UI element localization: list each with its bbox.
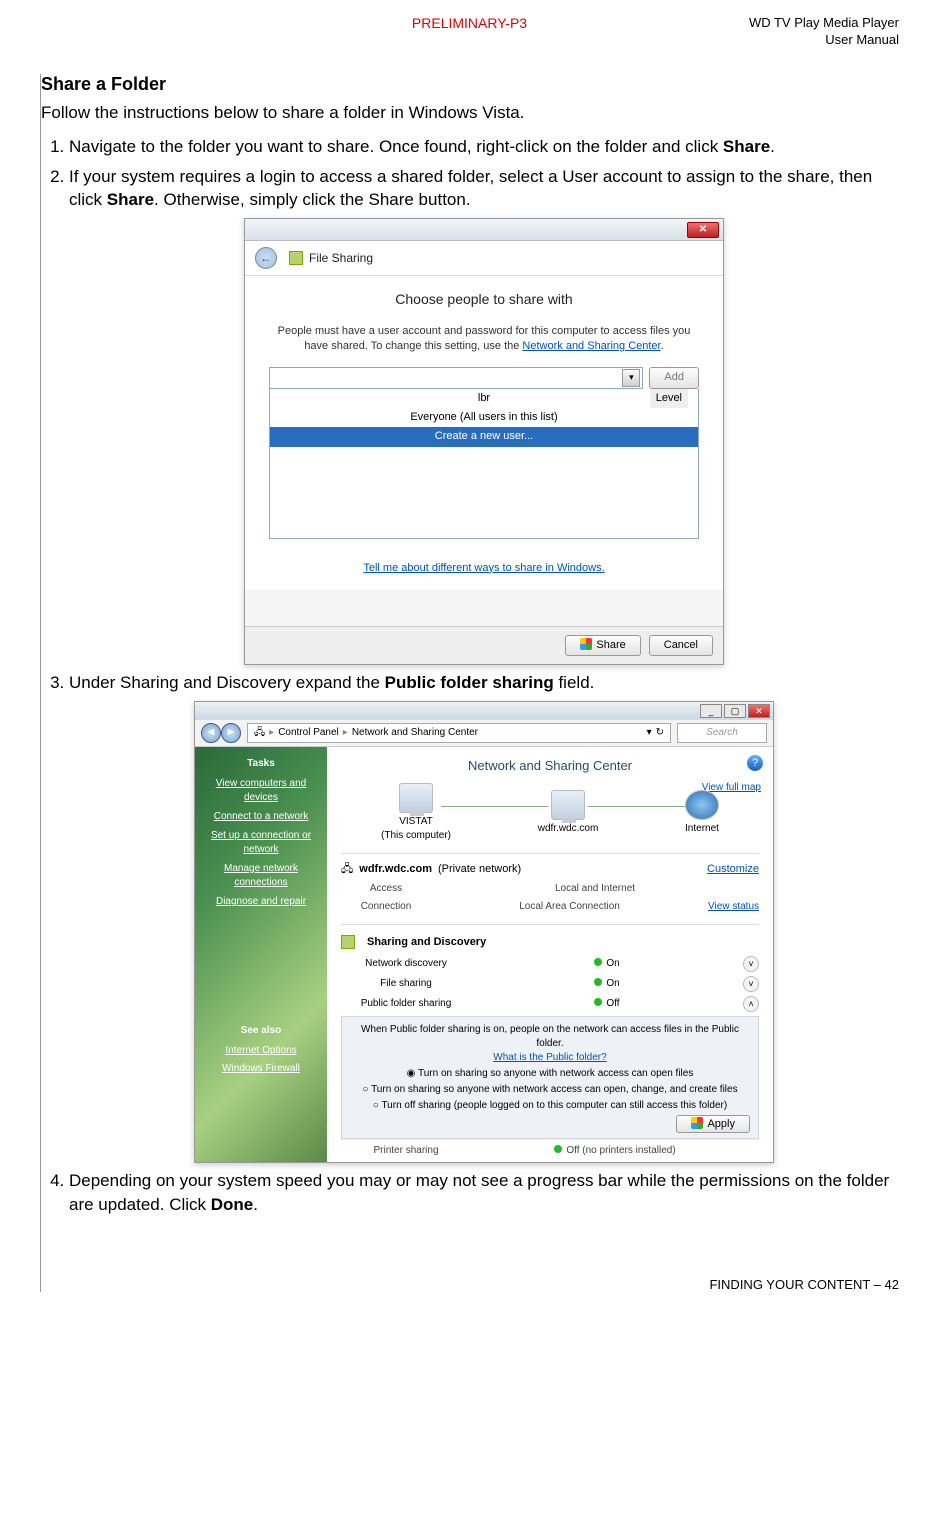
product-name: WD TV Play Media Player	[613, 15, 899, 32]
help-icon[interactable]: ?	[747, 755, 763, 771]
sharing-discovery-heading: Sharing and Discovery	[341, 935, 759, 950]
cancel-button[interactable]: Cancel	[649, 635, 713, 656]
manual-name: User Manual	[613, 32, 899, 49]
customize-link[interactable]: Customize	[707, 862, 759, 877]
dialog-title: File Sharing	[309, 250, 373, 267]
back-icon[interactable]: ←	[255, 247, 277, 269]
sharing-icon	[341, 935, 355, 949]
refresh-icon[interactable]: ↻	[656, 726, 664, 740]
status-dot-off	[554, 1145, 562, 1153]
view-status-link[interactable]: View status	[708, 900, 759, 914]
network-sharing-center-window: _ ▢ ✕ ◄ ► 🖧 ▸ Control Panel ▸	[194, 701, 774, 1163]
file-sharing-row: File sharing On ˅	[341, 974, 759, 994]
network-icon: 🖧	[341, 862, 353, 877]
status-dot-on	[594, 958, 602, 966]
page-footer: FINDING YOUR CONTENT – 42	[41, 1277, 899, 1292]
address-bar-row: ◄ ► 🖧 ▸ Control Panel ▸ Network and Shar…	[195, 720, 773, 747]
list-item[interactable]: Everyone (All users in this list)	[270, 408, 698, 427]
node-internet: Internet	[685, 790, 719, 836]
node-this-computer: VISTAT (This computer)	[381, 783, 451, 843]
dropdown-icon[interactable]: ▾	[647, 726, 652, 740]
user-select-input[interactable]: ▾	[269, 367, 643, 389]
search-input[interactable]: Search	[677, 723, 767, 743]
back-icon[interactable]: ◄	[201, 723, 221, 743]
globe-icon	[685, 790, 719, 820]
network-icon: 🖧	[254, 726, 265, 740]
tasks-heading: Tasks	[203, 757, 319, 771]
window-titlebar[interactable]: ✕	[245, 219, 723, 241]
close-icon[interactable]: ✕	[687, 222, 719, 238]
expand-icon[interactable]: ˅	[743, 976, 759, 992]
file-sharing-dialog: ✕ ← File Sharing Choose people to share …	[244, 218, 724, 665]
dialog-header: ← File Sharing	[245, 241, 723, 276]
network-discovery-row: Network discovery On ˅	[341, 954, 759, 974]
content-pane: ? Network and Sharing Center View full m…	[327, 747, 773, 1162]
apply-button[interactable]: Apply	[676, 1115, 750, 1133]
dialog-heading: Choose people to share with	[269, 290, 699, 310]
product-header: WD TV Play Media Player User Manual	[613, 15, 899, 49]
window-titlebar[interactable]: _ ▢ ✕	[195, 702, 773, 720]
network-icon	[551, 790, 585, 820]
dialog-description: People must have a user account and pass…	[269, 324, 699, 355]
add-button[interactable]: Add	[649, 367, 699, 389]
dialog-footer: Share Cancel	[245, 626, 723, 664]
tasks-sidebar: Tasks View computers and devices Connect…	[195, 747, 327, 1162]
step-list: Navigate to the folder you want to share…	[41, 135, 899, 1217]
sidebar-item[interactable]: Manage network connections	[203, 862, 319, 890]
forward-icon[interactable]: ►	[221, 723, 241, 743]
collapse-icon[interactable]: ˄	[743, 996, 759, 1012]
node-network: wdfr.wdc.com	[538, 790, 599, 836]
intro-text: Follow the instructions below to share a…	[41, 103, 899, 123]
list-item[interactable]: lbr	[270, 389, 698, 408]
sharing-icon	[289, 251, 303, 265]
section-title: Share a Folder	[41, 74, 899, 95]
status-dot-off	[594, 998, 602, 1006]
sidebar-item[interactable]: Connect to a network	[203, 810, 319, 824]
share-button[interactable]: Share	[565, 635, 640, 656]
public-folder-sharing-row: Public folder sharing Off ˄	[341, 994, 759, 1014]
public-folder-sharing-panel: When Public folder sharing is on, people…	[341, 1016, 759, 1139]
page-title: Network and Sharing Center	[341, 757, 759, 775]
step-3: Under Sharing and Discovery expand the P…	[69, 671, 899, 1163]
step-1: Navigate to the folder you want to share…	[69, 135, 899, 159]
network-map: VISTAT (This computer) wdfr.wdc.com	[381, 783, 719, 843]
sidebar-item[interactable]: Internet Options	[203, 1044, 319, 1058]
connection-row: Connection Local Area Connection View st…	[341, 898, 759, 916]
radio-option[interactable]: ○ Turn on sharing so anyone with network…	[350, 1083, 750, 1097]
list-item-selected[interactable]: Create a new user...	[270, 427, 698, 446]
minimize-icon[interactable]: _	[700, 704, 722, 718]
preliminary-mark: PRELIMINARY-P3	[326, 15, 612, 31]
network-name-row: 🖧 wdfr.wdc.com (Private network) Customi…	[341, 862, 759, 877]
user-list[interactable]: Level lbr Everyone (All users in this li…	[269, 389, 699, 539]
sidebar-item[interactable]: Diagnose and repair	[203, 895, 319, 909]
access-row: Access Local and Internet	[341, 880, 759, 898]
help-link[interactable]: Tell me about different ways to share in…	[363, 562, 604, 574]
close-icon[interactable]: ✕	[748, 704, 770, 718]
maximize-icon[interactable]: ▢	[724, 704, 746, 718]
sidebar-item[interactable]: Windows Firewall	[203, 1062, 319, 1076]
breadcrumb[interactable]: 🖧 ▸ Control Panel ▸ Network and Sharing …	[247, 723, 671, 743]
sidebar-item[interactable]: Set up a connection or network	[203, 829, 319, 857]
what-is-public-folder-link[interactable]: What is the Public folder?	[493, 1052, 606, 1063]
step-2: If your system requires a login to acces…	[69, 165, 899, 666]
expand-icon[interactable]: ˅	[743, 956, 759, 972]
shield-icon	[580, 638, 592, 650]
step-4: Depending on your system speed you may o…	[69, 1169, 899, 1217]
radio-option[interactable]: ○ Turn off sharing (people logged on to …	[350, 1099, 750, 1113]
shield-icon	[691, 1117, 703, 1129]
page-header: PRELIMINARY-P3 WD TV Play Media Player U…	[40, 15, 899, 49]
network-center-link[interactable]: Network and Sharing Center	[522, 340, 660, 352]
level-column: Level	[650, 389, 688, 408]
status-dot-on	[594, 978, 602, 986]
computer-icon	[399, 783, 433, 813]
dropdown-icon[interactable]: ▾	[622, 369, 640, 387]
printer-sharing-row: Printer sharing Off (no printers install…	[341, 1139, 759, 1162]
see-also-heading: See also	[203, 1024, 319, 1038]
radio-option[interactable]: ◉ Turn on sharing so anyone with network…	[350, 1067, 750, 1081]
sidebar-item[interactable]: View computers and devices	[203, 777, 319, 805]
